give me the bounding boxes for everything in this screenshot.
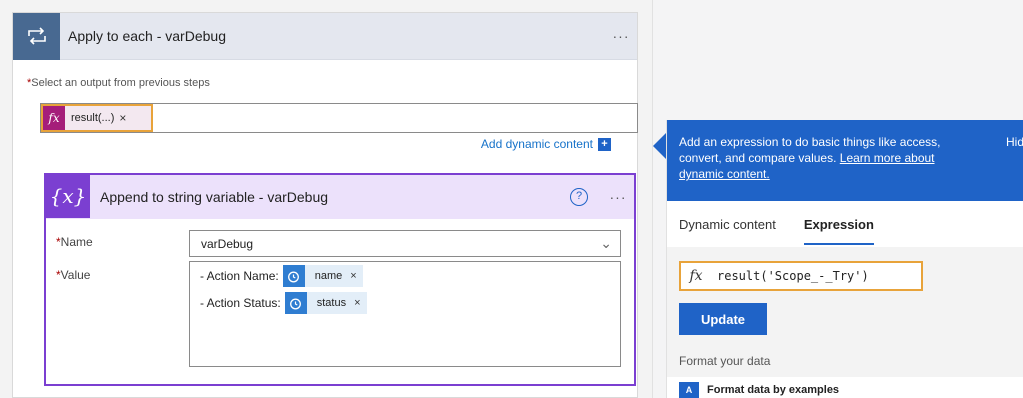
more-options-button[interactable]: ··· (605, 28, 637, 44)
info-banner: Add an expression to do basic things lik… (667, 120, 1023, 201)
token-label: name (314, 270, 343, 282)
variable-icon: {x} (46, 174, 90, 218)
result-expression-token[interactable]: fx result(...) × (41, 104, 153, 132)
format-item-label: Format data by examples (707, 384, 840, 396)
name-field-label: *Name (56, 235, 93, 249)
name-dropdown[interactable]: varDebug ⌄ (189, 230, 621, 257)
name-label-text: Name (60, 235, 93, 249)
apply-to-each-header[interactable]: Apply to each - varDebug ··· (13, 12, 637, 60)
value-row-action-name: - Action Name: name × (200, 265, 363, 287)
help-icon[interactable]: ? (570, 188, 588, 206)
designer-canvas: Apply to each - varDebug ··· *Select an … (0, 0, 652, 398)
remove-token-button[interactable]: × (350, 270, 356, 282)
status-token[interactable]: status × (284, 292, 367, 314)
hide-link[interactable]: Hid (1006, 134, 1023, 150)
value-input[interactable]: - Action Name: name × - Action Status: s… (189, 261, 621, 367)
flyout-caret (653, 132, 667, 160)
value-row-prefix: - Action Status: (200, 296, 281, 310)
tab-expression[interactable]: Expression (792, 201, 886, 247)
clock-icon (284, 292, 307, 314)
append-variable-title: Append to string variable - varDebug (100, 189, 329, 205)
output-label-text: Select an output from previous steps (31, 77, 210, 89)
name-dropdown-value: varDebug (201, 236, 254, 251)
add-dynamic-content-label: Add dynamic content (480, 137, 593, 151)
function-icon: fx (689, 268, 703, 284)
apply-to-each-title: Apply to each - varDebug (68, 28, 226, 44)
clock-icon (282, 265, 305, 287)
expression-value: result('Scope_-_Try') (717, 269, 869, 283)
expression-pane: Add an expression to do basic things lik… (666, 120, 1023, 398)
tab-dynamic-content[interactable]: Dynamic content (667, 201, 788, 247)
append-variable-card: {x} Append to string variable - varDebug… (44, 173, 636, 386)
pane-divider (652, 0, 653, 398)
plus-icon: + (598, 137, 611, 151)
value-field-label: *Value (56, 268, 90, 282)
more-options-button[interactable]: ··· (602, 189, 634, 205)
chevron-down-icon: ⌄ (600, 235, 612, 251)
apply-to-each-card: Apply to each - varDebug ··· *Select an … (12, 12, 638, 398)
remove-token-button[interactable]: × (354, 297, 360, 309)
function-icon: fx (43, 106, 65, 130)
name-token[interactable]: name × (282, 265, 363, 287)
format-data-heading: Format your data (667, 341, 1023, 377)
format-data-by-examples[interactable]: A Format data by examples (679, 382, 839, 398)
tab-bar: Dynamic content Expression (667, 201, 1023, 247)
value-label-text: Value (60, 268, 91, 282)
token-label: result(...) (71, 112, 115, 124)
add-dynamic-content-link[interactable]: Add dynamic content + (481, 137, 611, 151)
value-row-action-status: - Action Status: status × (200, 292, 367, 314)
append-variable-header[interactable]: {x} Append to string variable - varDebug… (46, 174, 634, 219)
remove-token-button[interactable]: × (119, 111, 126, 125)
expression-input[interactable]: fx result('Scope_-_Try') (679, 261, 923, 291)
loop-icon (13, 12, 60, 60)
format-icon: A (679, 382, 699, 398)
update-button[interactable]: Update (679, 303, 767, 335)
value-row-prefix: - Action Name: (200, 269, 279, 283)
token-label: status (316, 297, 347, 309)
output-field-label: *Select an output from previous steps (27, 77, 210, 89)
